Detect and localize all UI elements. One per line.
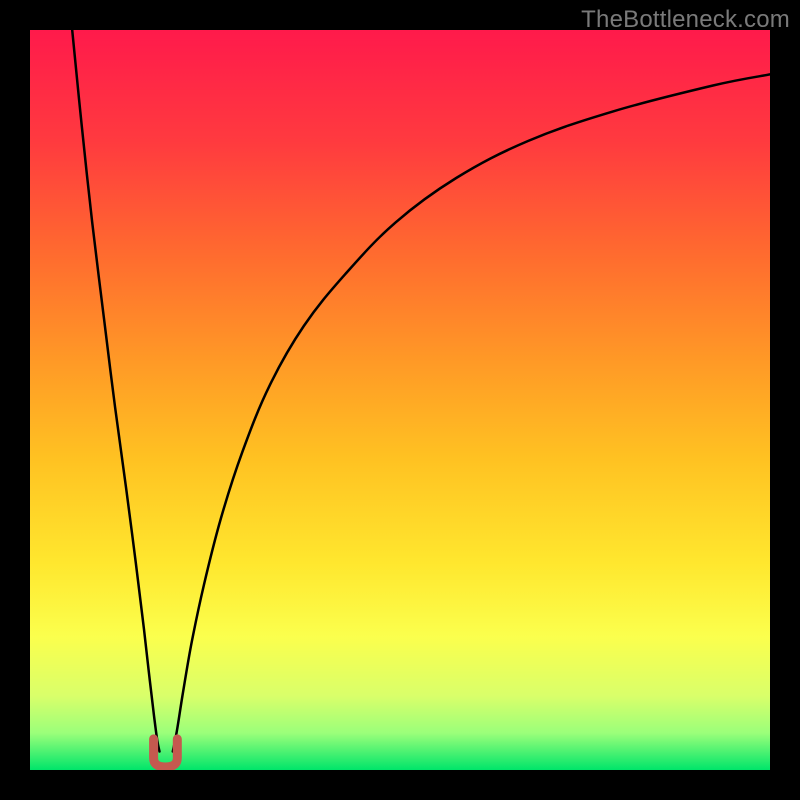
chart-background (30, 30, 770, 770)
watermark-label: TheBottleneck.com (581, 6, 790, 34)
outer-frame: TheBottleneck.com (0, 0, 800, 800)
chart-svg (30, 30, 770, 770)
plot-area (30, 30, 770, 770)
